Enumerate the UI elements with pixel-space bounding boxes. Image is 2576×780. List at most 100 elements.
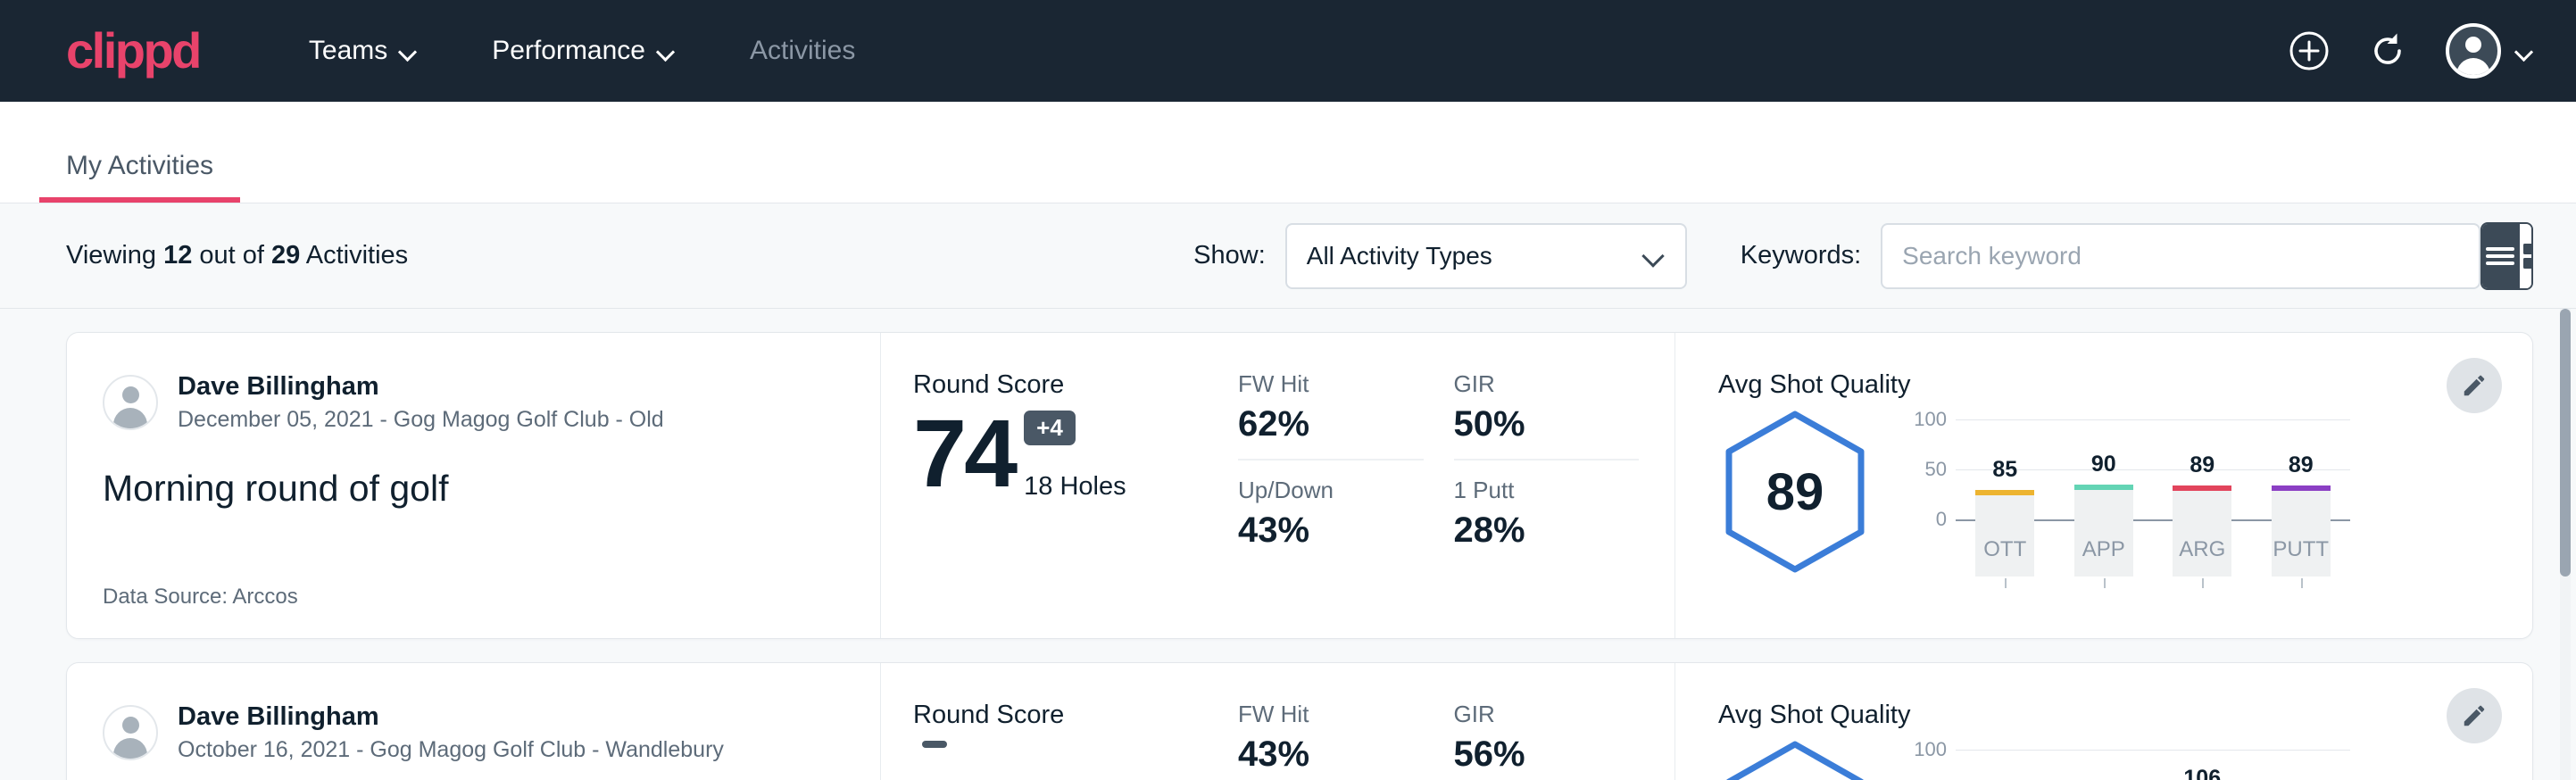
stat-value: 28% [1454,508,1640,552]
bar-app: 90 [2074,485,2133,577]
viewing-count: 12 [163,241,192,270]
shot-quality-bar-chart: 100 50 0 94 [1904,737,2350,780]
grid-view-button[interactable] [2520,224,2533,288]
list-view-button[interactable] [2482,224,2520,288]
stat-fw-hit: FW Hit 43% [1238,701,1424,780]
avg-shot-quality-section: Avg Shot Quality 89 100 50 0 [1675,333,2532,638]
keywords-label: Keywords: [1741,241,1861,270]
activity-summary: Dave Billingham October 16, 2021 - Gog M… [67,663,881,780]
gridline [1956,419,2350,420]
y-tick: 100 [1914,738,1947,761]
nav-item-activities[interactable]: Activities [712,36,893,66]
nav-item-performance[interactable]: Performance [454,36,712,66]
primary-nav: Teams Performance Activities [271,36,893,66]
round-score-section: Round Score 74 +4 18 Holes [881,333,1238,638]
stat-label: FW Hit [1238,370,1424,398]
chart-plot-area: 85 90 [1956,407,2350,577]
viewing-middle: out of [192,241,271,270]
viewing-suffix: Activities [300,241,408,270]
viewing-summary: Viewing 12 out of 29 Activities [66,241,408,270]
stat-gir: GIR 56% [1454,701,1640,780]
chevron-down-icon [657,44,675,62]
activity-card[interactable]: Dave Billingham December 05, 2021 - Gog … [66,332,2533,639]
scrollbar-thumb[interactable] [2560,309,2571,577]
x-label: ARG [2173,537,2231,562]
stat-value: 50% [1454,402,1640,446]
x-tickmark [2104,578,2106,588]
round-score-row: 74 +4 18 Holes [913,405,1238,502]
activity-meta: October 16, 2021 - Gog Magog Golf Club -… [178,735,724,765]
player-header: Dave Billingham December 05, 2021 - Gog … [103,370,844,435]
stats-grid: FW Hit 62% GIR 50% Up/Down 43% 1 Putt 28… [1238,333,1675,638]
holes-played: 18 Holes [1024,472,1126,502]
chevron-down-icon [2515,44,2533,62]
stat-gir: GIR 50% [1454,370,1640,461]
x-label: OTT [1975,537,2034,562]
x-tickmark [2202,578,2204,588]
stat-value: 43% [1238,508,1424,552]
shot-quality-value: 89 [1766,462,1824,522]
account-avatar-icon[interactable] [2446,23,2501,79]
chart-y-axis: 100 50 0 [1904,737,1956,780]
round-score-section: Round Score [881,663,1238,780]
scrollbar-track[interactable] [2560,309,2571,780]
stat-label: GIR [1454,370,1640,398]
bar-putt: 89 [2272,485,2331,577]
activity-type-select[interactable]: All Activity Types [1285,223,1687,289]
stat-up-down: Up/Down 43% [1238,477,1424,565]
account-menu[interactable] [2446,23,2533,79]
y-tick: 100 [1914,408,1947,431]
bar-rect [2272,485,2331,577]
keyword-search-box[interactable] [1881,223,2480,289]
view-mode-toggle-group [2480,222,2533,290]
filter-bar: Viewing 12 out of 29 Activities Show: Al… [0,203,2576,309]
round-score-row [913,735,1238,748]
activity-list[interactable]: Dave Billingham December 05, 2021 - Gog … [0,309,2576,780]
tab-my-activities[interactable]: My Activities [39,151,240,203]
stat-label: GIR [1454,701,1640,728]
chart-x-labels: OTT APP ARG PUTT [1956,537,2350,562]
activity-summary: Dave Billingham December 05, 2021 - Gog … [67,333,881,638]
bar-ott: 85 [1975,490,2034,577]
chevron-down-icon [399,44,417,62]
data-source-label: Data Source: Arccos [103,585,844,610]
bar-value-label: 89 [2289,452,2314,478]
edit-activity-button[interactable] [2447,688,2502,743]
plus-circle-icon[interactable] [2289,30,2330,71]
stat-value: 43% [1238,732,1424,776]
nav-item-teams[interactable]: Teams [271,36,454,66]
x-tickmark [2005,578,2007,588]
shot-quality-bar-chart: 100 50 0 85 [1904,407,2350,577]
tab-bar: My Activities [0,102,2576,203]
x-label: PUTT [2272,537,2331,562]
bar-value-label: 106 [2183,766,2221,780]
y-tick: 50 [1925,458,1947,481]
bar-value-label: 89 [2190,452,2215,478]
refresh-icon[interactable] [2367,30,2408,71]
score-to-par-badge [922,741,947,748]
bar-cap [2074,485,2133,490]
x-tickmark [2301,578,2303,588]
stat-value: 56% [1454,732,1640,776]
shot-quality-hexagon [1718,737,1872,780]
clippd-logo[interactable]: clippd [66,26,200,76]
gridline [1956,750,2350,751]
avg-shot-quality-label: Avg Shot Quality [1718,701,2425,730]
player-name: Dave Billingham [178,370,664,402]
player-header: Dave Billingham October 16, 2021 - Gog M… [103,701,844,765]
x-label: APP [2074,537,2133,562]
shot-quality-hexagon: 89 [1718,407,1872,577]
chart-plot-area: 94 82 [1956,737,2350,780]
bar-value-label: 90 [2091,452,2116,477]
activity-card[interactable]: Dave Billingham October 16, 2021 - Gog M… [66,662,2533,780]
show-label: Show: [1193,241,1266,270]
viewing-total: 29 [271,241,300,270]
bar-cap [2173,485,2231,491]
chevron-down-icon [1644,248,1664,268]
edit-activity-button[interactable] [2447,358,2502,413]
chart-y-axis: 100 50 0 [1904,407,1956,577]
stat-label: 1 Putt [1454,477,1640,504]
search-input[interactable] [1902,242,2459,270]
navbar-actions [2289,23,2533,79]
tab-label: My Activities [66,151,213,180]
